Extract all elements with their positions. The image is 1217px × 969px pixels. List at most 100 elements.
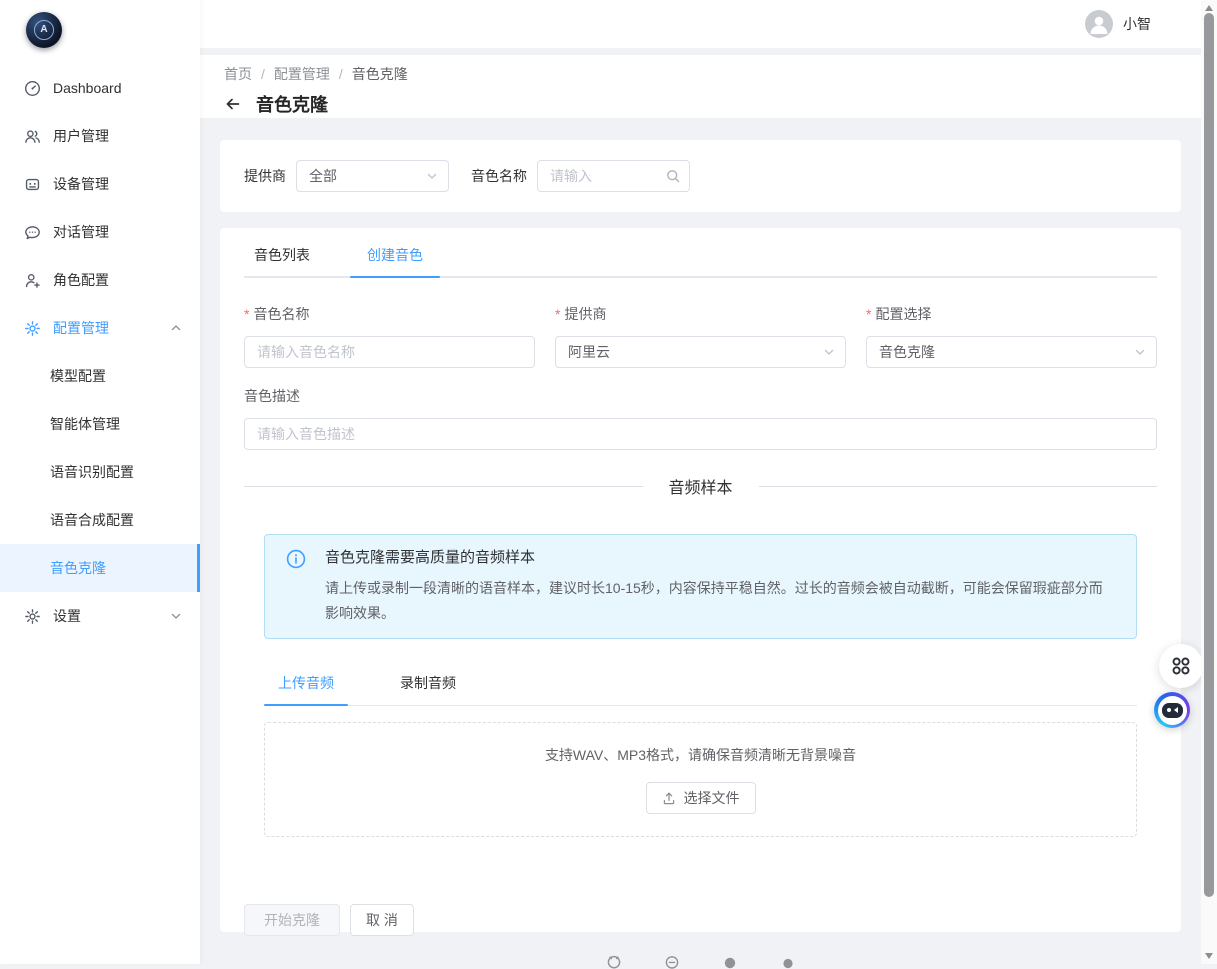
chevron-down-icon — [1134, 346, 1146, 358]
sidebar: A Dashboard 用户管理 设备管理 对话管理 — [0, 0, 200, 964]
voice-name-field: *音色名称 — [244, 304, 535, 368]
choose-file-button[interactable]: 选择文件 — [646, 782, 756, 814]
content: 提供商 全部 音色名称 音色列表 创建音色 — [200, 118, 1201, 969]
sidebar-item-label: Dashboard — [53, 80, 182, 96]
apps-launcher-button[interactable] — [1159, 644, 1203, 688]
assistant-button-inner — [1158, 696, 1187, 725]
breadcrumb: 首页 / 配置管理 / 音色克隆 — [224, 64, 1177, 84]
topbar: 小智 — [200, 0, 1201, 48]
voice-desc-input[interactable] — [244, 418, 1157, 450]
sidebar-item-device-management[interactable]: 设备管理 — [0, 160, 200, 208]
robot-eye-left — [1167, 708, 1171, 712]
main-area: 小智 首页 / 配置管理 / 音色克隆 音色克隆 提供商 全部 — [200, 0, 1201, 964]
required-mark: * — [866, 306, 871, 322]
vertical-scrollbar — [1201, 0, 1217, 964]
grid-circles-icon — [1170, 655, 1192, 677]
required-mark: * — [555, 306, 560, 322]
breadcrumb-current: 音色克隆 — [352, 64, 408, 84]
main-tabs: 音色列表 创建音色 — [244, 240, 1157, 278]
chat-icon — [24, 224, 41, 241]
app-logo-badge: A — [26, 12, 62, 48]
sidebar-subitem-agent-management[interactable]: 智能体管理 — [0, 400, 200, 448]
config-select[interactable]: 音色克隆 — [866, 336, 1157, 368]
github-icon[interactable] — [606, 953, 622, 969]
sidebar-subitem-asr-config[interactable]: 语音识别配置 — [0, 448, 200, 496]
globe-icon[interactable] — [780, 953, 796, 969]
upload-icon — [662, 791, 676, 805]
sidebar-subitem-voice-clone[interactable]: 音色克隆 — [0, 544, 200, 592]
app-logo-ring: A — [34, 20, 54, 40]
voice-desc-label: 音色描述 — [244, 386, 1157, 406]
back-arrow-icon[interactable] — [224, 95, 242, 113]
audio-sample-divider: 音频样本 — [244, 474, 1157, 498]
create-voice-form: *音色名称 *提供商 阿里云 — [244, 304, 1157, 368]
user-icon[interactable] — [722, 953, 738, 969]
role-icon — [24, 272, 41, 289]
tab-voice-list[interactable]: 音色列表 — [244, 240, 320, 276]
provider-label: *提供商 — [555, 304, 846, 324]
filter-card: 提供商 全部 音色名称 — [220, 140, 1181, 212]
sidebar-subitem-label: 智能体管理 — [50, 414, 120, 434]
provider-filter-select[interactable]: 全部 — [296, 160, 449, 192]
cancel-button[interactable]: 取 消 — [350, 904, 414, 936]
robot-eye-right — [1174, 707, 1178, 713]
upload-hint: 支持WAV、MP3格式，请确保音频清晰无背景噪音 — [545, 745, 856, 765]
voice-clone-card: 音色列表 创建音色 *音色名称 *提供商 阿里云 — [220, 228, 1181, 932]
sidebar-item-role-config[interactable]: 角色配置 — [0, 256, 200, 304]
voice-name-search — [537, 160, 690, 192]
breadcrumb-link-config-management[interactable]: 配置管理 — [274, 64, 330, 84]
breadcrumb-separator: / — [261, 66, 265, 82]
sidebar-subitem-label: 音色克隆 — [50, 558, 106, 578]
info-circle-icon — [286, 549, 306, 569]
provider-filter-value: 全部 — [309, 166, 337, 186]
start-clone-button[interactable]: 开始克隆 — [244, 904, 340, 936]
audio-upload-dropzone[interactable]: 支持WAV、MP3格式，请确保音频清晰无背景噪音 选择文件 — [264, 722, 1137, 837]
sidebar-item-dashboard[interactable]: Dashboard — [0, 64, 200, 112]
user-menu[interactable]: 小智 — [1085, 10, 1151, 38]
config-select-field: *配置选择 音色克隆 — [866, 304, 1157, 368]
voice-name-input[interactable] — [244, 336, 535, 368]
alert-content: 音色克隆需要高质量的音频样本 请上传或录制一段清晰的语音样本，建议时长10-15… — [325, 547, 1112, 626]
assistant-button[interactable] — [1154, 692, 1190, 728]
tab-record-audio[interactable]: 录制音频 — [386, 667, 470, 705]
sidebar-item-label: 用户管理 — [53, 126, 182, 146]
choose-file-label: 选择文件 — [684, 788, 740, 808]
community-icon[interactable] — [664, 953, 680, 969]
sidebar-menu: Dashboard 用户管理 设备管理 对话管理 角色配置 — [0, 64, 200, 640]
scrollbar-down-arrow[interactable] — [1205, 953, 1213, 959]
divider-line — [244, 486, 643, 487]
divider-line — [759, 486, 1158, 487]
gear-icon — [24, 320, 41, 337]
sidebar-item-label: 角色配置 — [53, 270, 182, 290]
sidebar-item-label: 配置管理 — [53, 318, 170, 338]
audio-sample-title: 音频样本 — [669, 474, 733, 498]
page-title: 音色克隆 — [256, 91, 328, 117]
page-header: 首页 / 配置管理 / 音色克隆 音色克隆 — [200, 55, 1201, 118]
sidebar-subitem-label: 语音合成配置 — [50, 510, 134, 530]
breadcrumb-link-home[interactable]: 首页 — [224, 64, 252, 84]
provider-select-value: 阿里云 — [568, 342, 610, 362]
sidebar-subitem-model-config[interactable]: 模型配置 — [0, 352, 200, 400]
sidebar-item-settings[interactable]: 设置 — [0, 592, 200, 640]
alert-body: 请上传或录制一段清晰的语音样本，建议时长10-15秒，内容保持平稳自然。过长的音… — [325, 576, 1112, 626]
sidebar-item-user-management[interactable]: 用户管理 — [0, 112, 200, 160]
scrollbar-thumb[interactable] — [1204, 13, 1214, 897]
search-icon[interactable] — [666, 169, 680, 183]
title-row: 音色克隆 — [224, 91, 1177, 117]
sidebar-item-label: 设置 — [53, 606, 170, 626]
sidebar-item-config-management[interactable]: 配置管理 — [0, 304, 200, 352]
provider-select[interactable]: 阿里云 — [555, 336, 846, 368]
device-icon — [24, 176, 41, 193]
sidebar-subitem-tts-config[interactable]: 语音合成配置 — [0, 496, 200, 544]
sidebar-item-dialog-management[interactable]: 对话管理 — [0, 208, 200, 256]
breadcrumb-separator: / — [339, 66, 343, 82]
tab-create-voice[interactable]: 创建音色 — [350, 240, 440, 276]
avatar — [1085, 10, 1113, 38]
app-logo[interactable]: A — [0, 0, 200, 54]
dashboard-icon — [24, 80, 41, 97]
chevron-up-icon — [170, 322, 182, 334]
tab-upload-audio[interactable]: 上传音频 — [264, 667, 348, 705]
app-logo-letter: A — [40, 25, 47, 35]
scrollbar-up-arrow[interactable] — [1205, 5, 1213, 11]
form-actions: 开始克隆 取 消 — [244, 904, 1157, 936]
